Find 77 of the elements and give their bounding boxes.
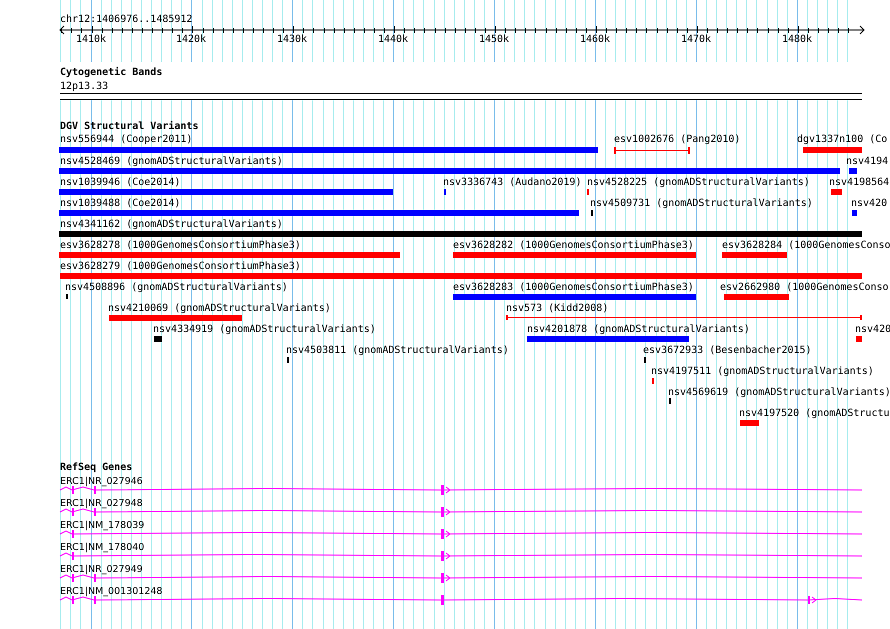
variant-bar[interactable] — [831, 189, 842, 195]
transcript-label[interactable]: ERC1|NR_027949 — [60, 564, 143, 576]
variant-label[interactable]: nsv4509731 (gnomADStructuralVariants) — [590, 198, 813, 210]
variant-label[interactable]: nsv4198564 — [829, 177, 890, 189]
transcript-drawing[interactable] — [60, 573, 862, 583]
variant-label[interactable]: nsv3336743 (Audano2019) — [443, 177, 582, 189]
variant-label[interactable]: esv3672933 (Besenbacher2015) — [643, 345, 812, 357]
track-title: DGV Structural Variants — [60, 121, 198, 133]
variant-label[interactable]: nsv4508896 (gnomADStructuralVariants) — [65, 282, 288, 294]
variant-label[interactable]: esv1002676 (Pang2010) — [614, 134, 740, 146]
variant-span[interactable] — [506, 315, 862, 320]
variant-label[interactable]: nsv420 — [855, 324, 890, 336]
variant-bar[interactable] — [59, 252, 400, 258]
variant-bar[interactable] — [59, 210, 579, 216]
variant-bar[interactable] — [59, 231, 862, 237]
variant-span[interactable] — [614, 147, 690, 154]
transcript-label[interactable]: ERC1|NM_178039 — [60, 520, 144, 532]
track-title: Cytogenetic Bands — [60, 67, 162, 79]
transcript-drawing[interactable] — [60, 595, 862, 605]
variant-bar[interactable] — [154, 336, 162, 342]
variant-label[interactable]: nsv4197511 (gnomADStructuralVariants) — [651, 366, 874, 378]
variant-label[interactable]: nsv4194 — [846, 156, 888, 168]
variant-label[interactable]: esv3628284 (1000GenomesConso — [722, 240, 890, 252]
variant-bar[interactable] — [803, 147, 862, 153]
variant-label[interactable]: nsv4503811 (gnomADStructuralVariants) — [286, 345, 509, 357]
tick-label: 1470k — [680, 34, 712, 46]
tick-label: 1450k — [478, 34, 510, 46]
tick-label: 1440k — [376, 34, 410, 46]
variant-label[interactable]: esv3628282 (1000GenomesConsortiumPhase3) — [453, 240, 694, 252]
variant-label[interactable]: nsv4201878 (gnomADStructuralVariants) — [527, 324, 750, 336]
tick-label: 1420k — [174, 34, 208, 46]
variant-bar[interactable] — [59, 168, 840, 174]
variant-bar[interactable] — [527, 336, 689, 342]
variant-label[interactable]: esv3628279 (1000GenomesConsortiumPhase3) — [60, 261, 301, 273]
variant-label[interactable]: esv3628278 (1000GenomesConsortiumPhase3) — [60, 240, 301, 252]
variant-label[interactable]: nsv4528469 (gnomADStructuralVariants) — [60, 156, 283, 168]
variant-bar[interactable] — [740, 420, 759, 426]
transcript-drawing[interactable] — [60, 507, 862, 517]
variant-label[interactable]: nsv573 (Kidd2008) — [506, 303, 608, 315]
variant-label[interactable]: nsv1039946 (Coe2014) — [60, 177, 180, 189]
variant-bar[interactable] — [59, 189, 393, 195]
transcript-label[interactable]: ERC1|NR_027948 — [60, 498, 143, 510]
variant-bar[interactable] — [852, 210, 857, 216]
band-label: 12p13.33 — [60, 81, 108, 93]
variant-label[interactable]: nsv556944 (Cooper2011) — [60, 134, 192, 146]
variant-label[interactable]: dgv1337n100 (Co — [797, 134, 888, 146]
variant-bar[interactable] — [109, 315, 242, 321]
variant-bar[interactable] — [59, 147, 598, 153]
tick-label: 1410k — [74, 34, 108, 46]
variant-label[interactable]: nsv4210069 (gnomADStructuralVariants) — [108, 303, 331, 315]
variant-label[interactable]: esv2662980 (1000GenomesConso — [720, 282, 889, 294]
track-title: RefSeq Genes — [60, 462, 132, 474]
variant-bar[interactable] — [60, 273, 862, 279]
tick-label: 1480k — [780, 34, 814, 46]
variant-bar[interactable] — [453, 294, 696, 300]
variant-label[interactable]: nsv1039488 (Coe2014) — [60, 198, 180, 210]
tick-label: 1460k — [578, 34, 612, 46]
location-label: chr12:1406976..1485912 — [60, 14, 192, 26]
variant-bar[interactable] — [722, 252, 787, 258]
variant-label[interactable]: nsv4334919 (gnomADStructuralVariants) — [153, 324, 376, 336]
tick-label: 1430k — [276, 34, 308, 46]
transcript-drawing[interactable] — [60, 551, 862, 561]
transcript-drawing[interactable] — [60, 485, 862, 495]
variant-label[interactable]: nsv4528225 (gnomADStructuralVariants) — [587, 177, 810, 189]
variant-label[interactable]: esv3628283 (1000GenomesConsortiumPhase3) — [453, 282, 694, 294]
variant-label[interactable]: nsv4197520 (gnomADStructu — [739, 408, 890, 420]
transcript-drawing[interactable] — [60, 529, 862, 539]
transcript-label[interactable]: ERC1|NM_001301248 — [60, 586, 162, 598]
variant-label[interactable]: nsv420 — [851, 198, 888, 210]
transcript-label[interactable]: ERC1|NM_178040 — [60, 542, 144, 554]
transcript-label[interactable]: ERC1|NR_027946 — [60, 476, 143, 488]
variant-label[interactable]: nsv4569619 (gnomADStructuralVariants) — [668, 387, 890, 399]
variant-bar[interactable] — [453, 252, 696, 258]
variant-bar[interactable] — [724, 294, 789, 300]
variant-bar[interactable] — [856, 336, 862, 342]
variant-label[interactable]: nsv4341162 (gnomADStructuralVariants) — [60, 219, 283, 231]
variant-bar[interactable] — [849, 168, 857, 174]
